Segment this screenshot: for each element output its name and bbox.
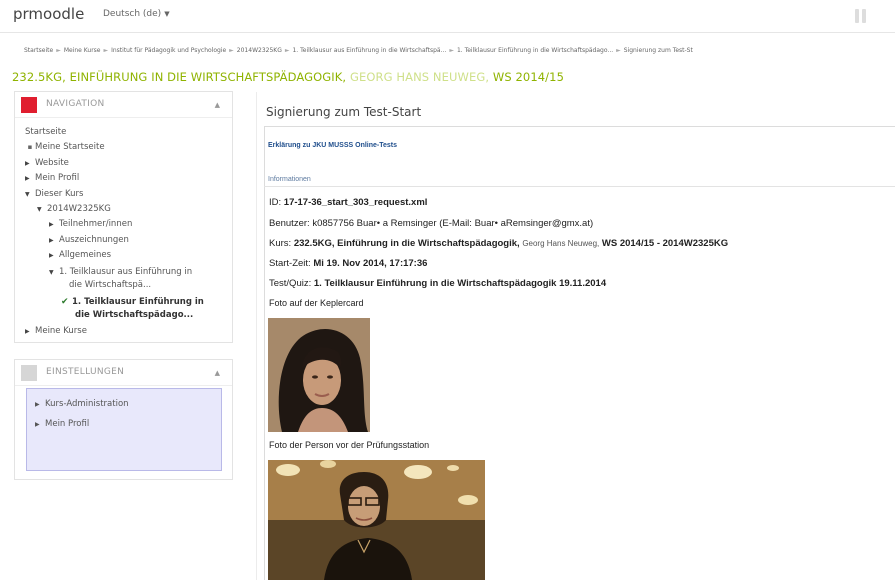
breadcrumb-item[interactable]: Institut für Pädagogik und Psychologie — [111, 47, 226, 54]
settings-tree: ▶ Kurs-Administration ▶ Mein Profil — [26, 388, 222, 471]
navigation-block-title: NAVIGATION — [46, 99, 105, 109]
settings-block: EINSTELLUNGEN ▲ ▶ Kurs-Administration ▶ Me… — [14, 359, 233, 480]
expand-down-icon: ▼ — [25, 190, 30, 198]
navigation-tree: Startseite ▪ Meine Startseite ▶ Website ▶ M… — [25, 125, 204, 339]
breadcrumb-item[interactable]: 1. Teilklausur aus Einführung in die Wir… — [292, 47, 446, 54]
photo1-caption: Foto auf der Keplercard — [269, 298, 364, 308]
info-kurs: Kurs: 232.5KG, Einführung in die Wirtsch… — [269, 238, 729, 249]
bullet-icon: ▪ — [27, 143, 33, 152]
expand-right-icon: ▶ — [49, 221, 54, 229]
column-divider — [256, 92, 257, 580]
breadcrumb-item[interactable]: Meine Kurse — [64, 47, 101, 54]
exam-station-photo — [268, 460, 485, 580]
info-benutzer: Benutzer: k0857756 Buar• a Remsinger (E-… — [269, 218, 594, 229]
nav-item-active-quiz-cont[interactable]: die Wirtschaftspädago... — [25, 310, 204, 321]
course-title: 232.5KG, EINFÜHRUNG IN DIE WIRTSCHAFTSPÄ… — [12, 70, 564, 84]
navigation-block: NAVIGATION ▲ Startseite ▪ Meine Startseit… — [14, 91, 233, 343]
expand-right-icon: ▶ — [25, 175, 30, 183]
site-brand[interactable]: prmoodle — [13, 5, 84, 23]
page-title: Signierung zum Test-Start — [266, 105, 422, 119]
expand-right-icon: ▶ — [25, 159, 30, 167]
nav-item-website[interactable]: ▶ Website — [25, 156, 204, 171]
expand-down-icon: ▼ — [49, 268, 54, 276]
language-menu[interactable]: Deutsch (de) ▼ — [103, 9, 170, 19]
expand-down-icon: ▼ — [37, 206, 42, 214]
expand-right-icon: ▶ — [49, 236, 54, 244]
info-heading: Informationen — [268, 176, 311, 183]
nav-item-auszeichnungen[interactable]: ▶ Auszeichnungen — [25, 233, 204, 248]
navigation-block-header: NAVIGATION ▲ — [15, 92, 232, 118]
chevron-down-icon: ▼ — [164, 10, 170, 18]
user-menu-icon[interactable] — [855, 8, 877, 24]
settings-block-header: EINSTELLUNGEN ▲ — [15, 360, 232, 386]
expand-right-icon: ▶ — [25, 328, 30, 336]
nav-item-teilnehmer[interactable]: ▶ Teilnehmer/innen — [25, 217, 204, 232]
photo2-caption: Foto der Person vor der Prüfungsstation — [269, 440, 430, 450]
nav-item-mein-profil[interactable]: ▶ Mein Profil — [25, 171, 204, 186]
nav-item-course-code[interactable]: ▼ 2014W2325KG — [25, 202, 204, 217]
top-navbar: prmoodle Deutsch (de) ▼ — [0, 0, 895, 33]
collapse-icon[interactable]: ▲ — [215, 369, 220, 377]
settings-item-mein-profil[interactable]: ▶ Mein Profil — [35, 419, 89, 429]
nav-item-meine-kurse[interactable]: ▶ Meine Kurse — [25, 321, 204, 339]
breadcrumb-item[interactable]: 1. Teilklausur Einführung in die Wirtsch… — [457, 47, 613, 54]
expand-right-icon: ▶ — [35, 401, 40, 408]
expand-right-icon: ▶ — [35, 421, 40, 428]
nav-item-meine-startseite[interactable]: ▪ Meine Startseite — [25, 140, 204, 155]
info-divider — [264, 186, 895, 187]
breadcrumb-item-current: Signierung zum Test-St — [623, 47, 693, 54]
info-start-zeit: Start-Zeit: Mi 19. Nov 2014, 17:17:36 — [269, 258, 428, 269]
collapse-icon[interactable]: ▲ — [215, 101, 220, 109]
nav-item-active-quiz[interactable]: ✔ 1. Teilklausur Einführung in — [25, 293, 204, 310]
settings-block-title: EINSTELLUNGEN — [46, 367, 125, 377]
expand-right-icon: ▶ — [49, 252, 54, 260]
nav-item-dieser-kurs[interactable]: ▼ Dieser Kurs — [25, 187, 204, 202]
breadcrumb-item[interactable]: 2014W2325KG — [237, 47, 282, 54]
settings-block-icon — [21, 365, 37, 381]
navigation-block-icon — [21, 97, 37, 113]
jku-explanation-link[interactable]: Erklärung zu JKU MUSSS Online-Tests — [268, 142, 397, 149]
breadcrumb-item[interactable]: Startseite — [24, 47, 53, 54]
language-label: Deutsch (de) — [103, 9, 162, 19]
nav-item-startseite[interactable]: Startseite — [25, 125, 204, 140]
nav-item-section-1-cont[interactable]: die Wirtschaftspä... — [25, 279, 204, 293]
quiz-check-icon: ✔ — [61, 296, 69, 307]
nav-item-allgemeines[interactable]: ▶ Allgemeines — [25, 248, 204, 263]
breadcrumb: Startseite ► Meine Kurse ► Institut für Päda… — [24, 47, 693, 54]
settings-item-kurs-administration[interactable]: ▶ Kurs-Administration — [35, 399, 129, 409]
info-test-quiz: Test/Quiz: 1. Teilklausur Einführung in … — [269, 278, 607, 289]
keplercard-photo — [268, 318, 370, 432]
nav-item-section-1[interactable]: ▼ 1. Teilklausur aus Einführung in — [25, 264, 204, 279]
info-id: ID: 17-17-36_start_303_request.xml — [269, 197, 428, 208]
